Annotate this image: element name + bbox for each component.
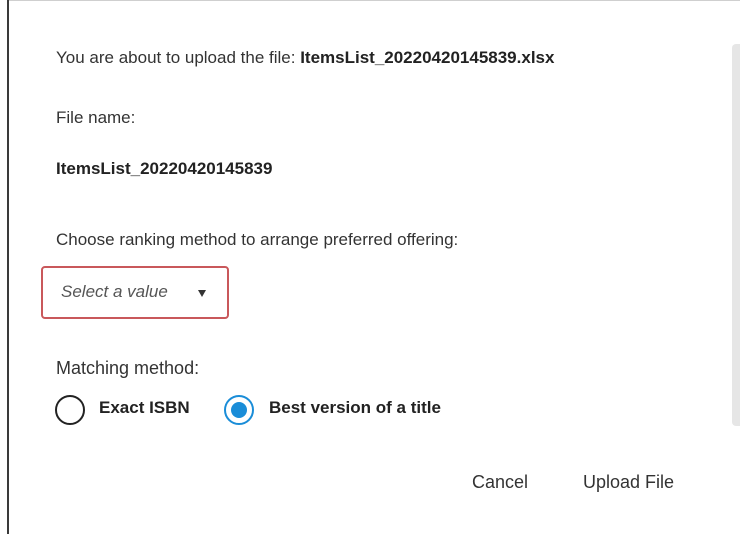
upload-message: You are about to upload the file: ItemsL… (56, 47, 554, 69)
file-name-value: ItemsList_20220420145839 (56, 159, 273, 178)
ranking-method-label: Choose ranking method to arrange preferr… (56, 230, 459, 249)
left-border (0, 0, 9, 534)
scrollbar-thumb[interactable] (732, 44, 740, 426)
upload-file-button[interactable]: Upload File (583, 472, 674, 493)
ranking-method-select[interactable]: Select a value (41, 266, 229, 319)
exact-isbn-radio[interactable] (55, 395, 85, 425)
upload-screen: You are about to upload the file: ItemsL… (0, 0, 740, 534)
best-version-label[interactable]: Best version of a title (269, 398, 441, 418)
best-version-radio[interactable] (224, 395, 254, 425)
cancel-button[interactable]: Cancel (472, 472, 528, 493)
upload-filename: ItemsList_20220420145839.xlsx (300, 48, 555, 67)
exact-isbn-label[interactable]: Exact ISBN (99, 398, 190, 418)
upload-message-prefix: You are about to upload the file: (56, 48, 301, 67)
caret-down-icon (198, 290, 206, 297)
matching-method-label: Matching method: (56, 358, 200, 378)
radio-selected-dot (231, 402, 247, 418)
file-name-label: File name: (56, 108, 136, 127)
ranking-method-placeholder: Select a value (61, 282, 168, 301)
